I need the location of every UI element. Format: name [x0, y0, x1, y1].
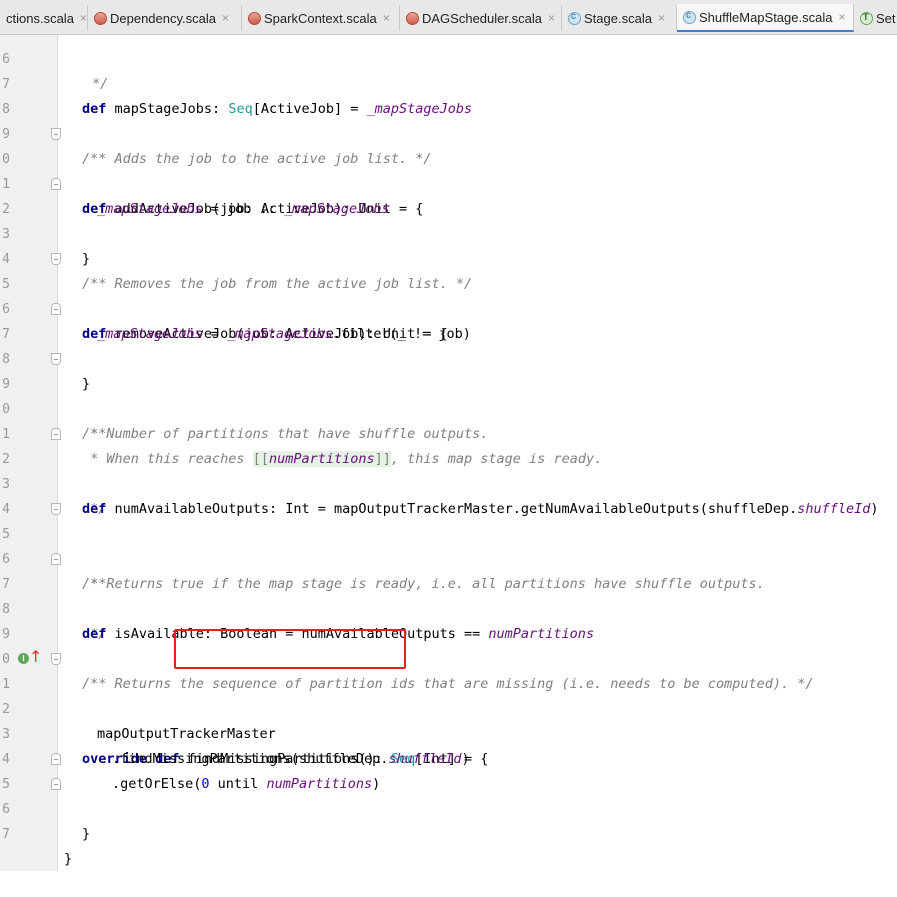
- code-line: 1 _mapStageJobs = job :: _mapStageJobs: [0, 147, 897, 217]
- code-line: 6 */: [0, 22, 897, 92]
- code-line: 7 */: [0, 547, 897, 642]
- fold-marker-icon[interactable]: [51, 778, 61, 790]
- code-line: 5 def removeActiveJob(job: ActiveJob): U…: [0, 247, 897, 342]
- code-line: 9: [0, 597, 897, 642]
- fold-marker-icon[interactable]: [51, 503, 61, 515]
- code-line: 8: [0, 322, 897, 367]
- fold-marker-icon[interactable]: [51, 653, 61, 665]
- code-line: 0 * Number of partitions that have shuff…: [0, 372, 897, 442]
- code-line: 8 def isAvailable: Boolean = numAvailabl…: [0, 572, 897, 642]
- code-line: 9 /** Adds the job to the active job lis…: [0, 97, 897, 167]
- fold-marker-icon[interactable]: [51, 303, 61, 315]
- code-line: 4 /** Removes the job from the active jo…: [0, 222, 897, 292]
- highlight-annotation-box: [174, 629, 406, 669]
- implements-override-icon[interactable]: I ↑: [18, 648, 42, 668]
- code-line: 9 /**: [0, 347, 897, 442]
- code-line: 4: [0, 472, 897, 517]
- code-line: 1 I ↑ override def findMissingPartitions(…: [0, 647, 897, 768]
- code-line: 3 def numAvailableOutputs: Int = mapOutp…: [0, 447, 897, 517]
- code-line: 2 */: [0, 422, 897, 517]
- code-line: 1 * When this reaches [[numPartitions]],…: [0, 397, 897, 467]
- code-line: 2 mapOutputTrackerMaster: [0, 672, 897, 742]
- code-line: 6 _mapStageJobs = _mapStageJobs.filter(_…: [0, 272, 897, 342]
- line-number: 7: [2, 827, 10, 842]
- code-line: 2 }: [0, 172, 897, 267]
- fold-marker-icon[interactable]: [51, 178, 61, 190]
- code-line: 3: [0, 197, 897, 242]
- code-line: 0 /** Returns the sequence of partition …: [0, 622, 897, 692]
- code-line: 6 }: [0, 772, 897, 867]
- code-line: 5 /**: [0, 497, 897, 592]
- code-editor[interactable]: 6 */ 7 def mapStageJobs: Seq[ActiveJob] …: [0, 35, 897, 871]
- code-line: 3 .findMissingPartitions(shuffleDep.shuf…: [0, 697, 897, 767]
- fold-marker-icon[interactable]: [51, 128, 61, 140]
- code-line: 7 }: [0, 297, 897, 392]
- code-line: 7 def mapStageJobs: Seq[ActiveJob] = _ma…: [0, 47, 897, 117]
- fold-marker-icon[interactable]: [51, 353, 61, 365]
- code-line: 5 }: [0, 747, 897, 842]
- code-line: 0 def addActiveJob(job: ActiveJob): Unit…: [0, 122, 897, 217]
- fold-marker-icon[interactable]: [51, 253, 61, 265]
- code-line: 8: [0, 72, 897, 117]
- code-line: 6 * Returns true if the map stage is rea…: [0, 522, 897, 592]
- code-line: 7: [0, 797, 897, 842]
- fold-marker-icon[interactable]: [51, 553, 61, 565]
- fold-marker-icon[interactable]: [51, 753, 61, 765]
- fold-marker-icon[interactable]: [51, 428, 61, 440]
- code-line: 4 .getOrElse(0 until numPartitions): [0, 722, 897, 792]
